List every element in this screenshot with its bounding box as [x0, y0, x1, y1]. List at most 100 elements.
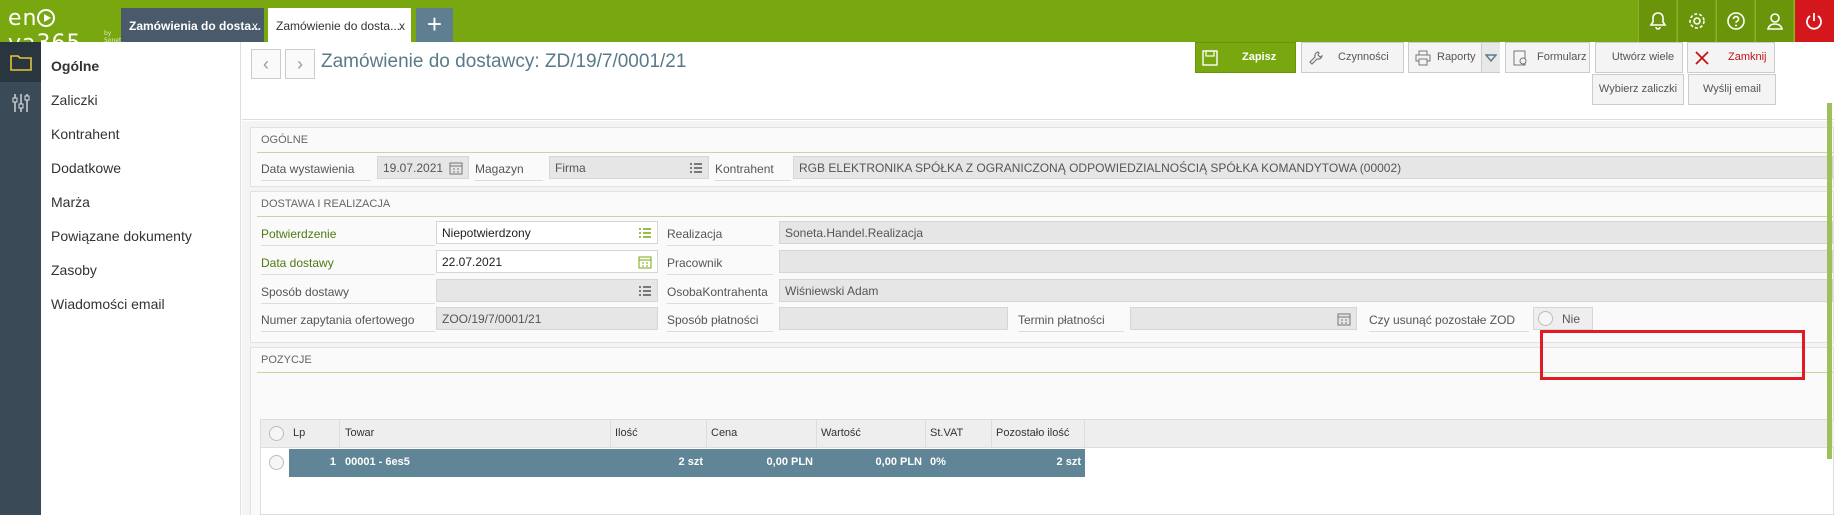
bell-icon [1649, 12, 1667, 30]
user-button[interactable] [1755, 0, 1793, 42]
column-header-ilosc[interactable]: Ilość [611, 420, 707, 448]
section-divider [257, 152, 1833, 153]
payment-term-field[interactable] [1130, 307, 1357, 330]
section-title: OGÓLNE [261, 134, 309, 146]
actions-button[interactable]: Czynności [1301, 42, 1404, 73]
column-header-lp[interactable]: Lp [289, 420, 340, 448]
column-header-towar[interactable]: Towar [341, 420, 611, 448]
close-button[interactable]: Zamknij [1687, 42, 1775, 73]
sidebar-item-marza[interactable]: Marża [51, 194, 90, 210]
select-all-radio[interactable] [269, 426, 284, 441]
actions-label: Czynności [1338, 51, 1389, 63]
cell-ilosc: 2 szt [678, 456, 703, 468]
list-icon[interactable] [638, 226, 652, 240]
sidebar-item-powiazane-dokumenty[interactable]: Powiązane dokumenty [51, 228, 192, 244]
realization-label: Realizacja [667, 227, 773, 246]
cell-lp: 1 [329, 456, 336, 468]
floppy-icon [1202, 50, 1218, 66]
remove-zod-toggle[interactable]: Nie [1533, 307, 1593, 330]
document-header: ‹ › Zamówienie do dostawcy: ZD/19/7/0001… [242, 42, 1834, 120]
user-icon [1766, 13, 1784, 30]
notifications-button[interactable] [1638, 0, 1676, 42]
reports-button[interactable]: Raporty [1408, 42, 1500, 73]
sidebar-item-ogolne[interactable]: Ogólne [51, 58, 99, 74]
chevron-down-icon [1485, 54, 1497, 63]
contact-person-field[interactable]: Wiśniewski Adam [779, 279, 1833, 302]
tab-orders-list[interactable]: Zamówienia do dosta... x [121, 8, 264, 42]
help-button[interactable] [1716, 0, 1754, 42]
close-label: Zamknij [1728, 51, 1767, 63]
highlight-box [1540, 330, 1805, 380]
cell-cena: 0,00 PLN [766, 456, 813, 468]
tab-order-detail[interactable]: Zamówienie do dosta... x [268, 8, 411, 42]
realization-field[interactable]: Soneta.Handel.Realizacja [779, 221, 1833, 244]
tab-close-icon[interactable]: x [252, 19, 258, 33]
create-many-zod-button[interactable]: Utwórz wiele ZOD [1595, 42, 1683, 92]
payment-method-field[interactable] [779, 307, 1008, 330]
sidebar-item-zasoby[interactable]: Zasoby [51, 262, 97, 278]
scrollbar[interactable] [1827, 103, 1832, 459]
column-header-vat[interactable]: St.VAT [926, 420, 992, 448]
column-header-wartosc[interactable]: Wartość [817, 420, 926, 448]
sidebar-item-zaliczki[interactable]: Zaliczki [51, 92, 98, 108]
issue-date-field[interactable]: 19.07.2021 [377, 156, 469, 179]
column-header-cena[interactable]: Cena [707, 420, 817, 448]
logout-button[interactable] [1794, 0, 1834, 42]
top-bar: enva365 by Soneta Zamówienia do dosta...… [0, 0, 1834, 56]
settings-button[interactable] [1677, 0, 1715, 42]
delivery-date-field[interactable]: 22.07.2021 [436, 250, 658, 273]
save-button[interactable]: Zapisz [1195, 42, 1296, 73]
calendar-icon[interactable] [1337, 312, 1351, 326]
column-header-pozostalo[interactable]: Pozostało ilość [992, 420, 1085, 448]
radio-icon [1538, 311, 1553, 326]
row-select-radio[interactable] [269, 455, 284, 470]
grid-header: Lp Towar Ilość Cena Wartość St.VAT Pozos… [261, 420, 1834, 448]
reports-dropdown[interactable] [1481, 43, 1500, 72]
send-email-button[interactable]: Wyślij email [1688, 74, 1776, 105]
payment-term-label: Termin płatności [1018, 313, 1124, 332]
list-icon[interactable] [638, 284, 652, 298]
add-tab-button[interactable]: + [416, 8, 453, 42]
folder-nav-button[interactable] [0, 42, 41, 82]
calendar-icon[interactable] [638, 255, 652, 269]
payment-method-label: Sposób płatności [667, 313, 773, 332]
remove-zod-value: Nie [1562, 312, 1581, 326]
back-button[interactable]: ‹ [251, 49, 281, 79]
save-label: Zapisz [1242, 51, 1277, 63]
warehouse-field[interactable]: Firma [549, 156, 709, 179]
tab-close-icon[interactable]: x [399, 19, 405, 33]
reports-label: Raporty [1437, 51, 1476, 63]
section-title: POZYCJE [261, 354, 312, 366]
left-icon-strip [0, 42, 41, 515]
sidebar-item-kontrahent[interactable]: Kontrahent [51, 126, 120, 142]
form-button[interactable]: Formularz [1505, 42, 1590, 73]
inquiry-field[interactable]: ZOO/19/7/0001/21 [436, 307, 658, 330]
table-row[interactable]: 1 00001 - 6es5 2 szt 0,00 PLN 0,00 PLN 0… [289, 449, 1085, 477]
delivery-method-field[interactable] [436, 279, 658, 302]
contractor-label: Kontrahent [715, 162, 791, 181]
sidebar-item-dodatkowe[interactable]: Dodatkowe [51, 160, 121, 176]
confirmation-field[interactable]: Niepotwierdzony [436, 221, 658, 244]
warehouse-label: Magazyn [475, 162, 543, 181]
section-title: DOSTAWA I REALIZACJA [261, 198, 391, 210]
sidebar: Ogólne Zaliczki Kontrahent Dodatkowe Mar… [41, 42, 241, 515]
folder-icon [10, 55, 32, 71]
confirmation-label: Potwierdzenie [261, 227, 435, 246]
employee-field[interactable] [779, 250, 1833, 273]
sidebar-item-wiadomosci-email[interactable]: Wiadomości email [51, 296, 165, 312]
employee-label: Pracownik [667, 256, 773, 275]
app-logo[interactable]: enva365 by Soneta [8, 6, 125, 56]
contractor-field[interactable]: RGB ELEKTRONIKA SPÓŁKA Z OGRANICZONĄ ODP… [793, 156, 1833, 179]
calendar-icon[interactable] [449, 161, 463, 175]
forward-button[interactable]: › [285, 49, 315, 79]
form-label: Formularz [1537, 51, 1587, 63]
delivery-date-label: Data dostawy [261, 256, 435, 275]
tools-nav-button[interactable] [0, 82, 41, 122]
delivery-section: DOSTAWA I REALIZACJA Potwierdzenie Niepo… [250, 191, 1834, 343]
delivery-date-value: 22.07.2021 [442, 255, 503, 269]
choose-advances-button[interactable]: Wybierz zaliczki [1592, 74, 1684, 105]
form-icon [1513, 50, 1527, 66]
list-icon[interactable] [689, 161, 703, 175]
cell-pozostalo: 2 szt [1056, 456, 1081, 468]
cell-towar: 00001 - 6es5 [345, 456, 410, 468]
